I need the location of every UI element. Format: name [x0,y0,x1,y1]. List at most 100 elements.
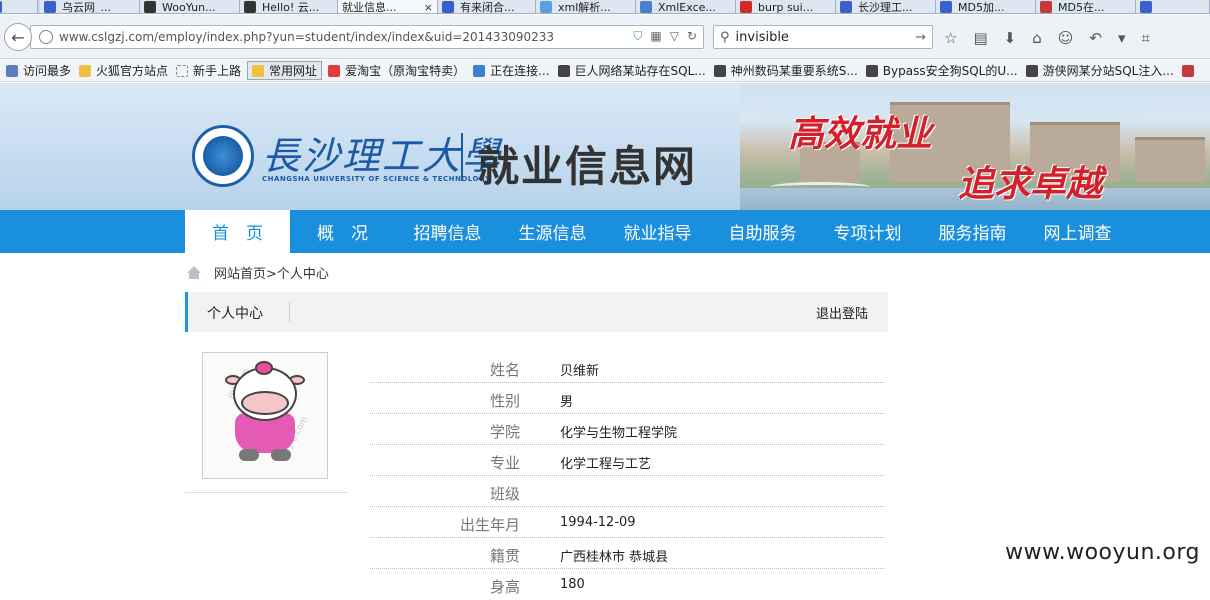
browser-tab[interactable] [1136,0,1210,13]
profile-label: 学院 [489,423,520,441]
address-bar[interactable]: www.cslgzj.com/employ/index.php?yun=stud… [30,25,704,49]
bookmark-item[interactable]: 巨人网络某站存在SQL... [556,62,708,79]
bookmark-label: 游侠网某分站SQL注入... [1042,64,1174,78]
star-icon[interactable]: ☆ [944,29,957,47]
browser-tab[interactable]: MD5在... [1036,0,1136,13]
bridge [770,182,870,192]
nav-self-service[interactable]: 自助服务 [715,210,810,253]
avatar: JRJ.com JRJ.com [202,352,328,479]
bookmark-icon [557,64,570,77]
browser-tab[interactable]: burp sui... [736,0,836,13]
browser-tab[interactable]: WooYun... [140,0,240,13]
bookmark-item[interactable]: 游侠网某分站SQL注入... [1024,62,1176,79]
profile-label: 专业 [489,454,520,472]
bookmark-icon [713,64,726,77]
university-emblem-icon[interactable] [192,125,254,187]
bookmark-icon [865,64,878,77]
download-icon[interactable]: ⬇ [1004,29,1017,47]
profile-row-major: 专业 化学工程与工艺 [370,445,885,476]
folder-icon [252,64,265,77]
dropdown-icon[interactable]: ▽ [670,29,679,44]
profile-label: 性别 [489,392,520,410]
browser-tab[interactable]: 有来闭合... [438,0,536,14]
flower-icon [255,361,273,375]
nav-service-guide[interactable]: 服务指南 [925,210,1020,253]
back-button[interactable]: ← [4,23,32,51]
bookmark-label: 爱淘宝（原淘宝特卖） [345,64,466,78]
bookmark-label: Bypass安全狗SQL的U... [882,64,1018,78]
tab-favicon-icon [740,1,752,13]
tab-label: MD5加... [958,1,1005,14]
cow-snout [241,391,289,415]
browser-tab[interactable]: XmlExce... [636,0,736,13]
tab-favicon-icon [940,1,952,13]
bookmark-item[interactable]: Bypass安全狗SQL的U... [864,62,1020,79]
undo-icon[interactable]: ↶ [1089,29,1102,47]
nav-overview[interactable]: 概 况 [295,210,390,253]
nav-guidance[interactable]: 就业指导 [610,210,705,253]
profile-value: 男 [560,395,574,410]
browser-tab[interactable]: 长沙理工... [836,0,936,14]
tab-favicon-icon [44,1,56,13]
bookmark-item[interactable]: 正在连接... [471,62,551,79]
bookmark-item[interactable]: 神州数码某重要系统S... [712,62,860,79]
tab-label: 就业信息... [342,1,397,14]
qrcode-icon[interactable]: ▦ [650,29,661,44]
shield-icon[interactable]: ⛉ [633,29,642,44]
profile-row-hometown: 籍贯 广西桂林市 恭城县 [370,538,885,569]
profile-value: 化学工程与工艺 [560,457,652,472]
home-icon [186,265,202,280]
browser-tab[interactable] [0,0,38,13]
profile-value: 贝维新 [560,364,600,379]
profile-row-class: 班级 [370,476,885,507]
menu-dropdown-icon[interactable]: ▾ [1118,29,1126,47]
tab-label: xml解析... [558,1,611,14]
reading-list-icon[interactable]: ▤ [973,29,987,47]
profile-label: 班级 [489,485,520,503]
browser-tab-active[interactable]: 就业信息... × [338,0,438,14]
nav-survey[interactable]: 网上调查 [1030,210,1125,253]
nav-recruitment[interactable]: 招聘信息 [400,210,495,253]
header-divider [461,133,463,181]
logout-link[interactable]: 退出登陆 [816,303,868,322]
chat-icon[interactable]: ☺ [1058,29,1074,47]
crop-icon[interactable]: ⌗ [1142,29,1150,47]
profile-value: 广西桂林市 恭城县 [560,550,669,565]
address-url[interactable]: www.cslgzj.com/employ/index.php?yun=stud… [59,30,554,44]
home-icon[interactable]: ⌂ [1032,29,1042,47]
search-box[interactable]: ⚲ invisible → [713,25,933,49]
nav-special-program[interactable]: 专项计划 [820,210,915,253]
browser-tab[interactable]: Hello! 云... [240,0,338,14]
bookmark-label: 新手上路 [193,64,242,78]
tab-label: 有来闭合... [460,1,515,14]
breadcrumb-text[interactable]: 网站首页>个人中心 [214,263,329,282]
tab-label: 长沙理工... [858,1,913,14]
profile-value: 180 [560,577,585,592]
profile-label: 出生年月 [459,516,520,534]
tab-label: Hello! 云... [262,1,320,14]
bookmark-item[interactable]: 常用网址 [247,61,323,80]
bookmark-label: 巨人网络某站存在SQL... [574,64,706,78]
refresh-icon[interactable]: ↻ [687,29,697,44]
bookmark-item[interactable]: 访问最多 [4,62,73,79]
browser-tab[interactable]: MD5加... [936,0,1036,14]
panel-divider [289,302,290,322]
search-go-icon[interactable]: → [915,30,926,45]
search-input[interactable]: invisible [736,30,789,45]
browser-tab[interactable]: xml解析... [536,0,636,14]
profile-row-gender: 性别 男 [370,383,885,414]
tab-close-icon[interactable]: × [424,1,433,14]
profile-label: 籍贯 [489,547,520,565]
nav-home[interactable]: 首 页 [185,210,290,253]
bookmark-item[interactable]: 新手上路 [174,62,243,79]
bookmark-item[interactable]: 爱淘宝（原淘宝特卖） [326,62,467,79]
browser-tab[interactable]: 乌云网_... [40,0,140,13]
bookmark-item[interactable]: 火狐官方站点 [77,62,170,79]
bookmark-icon [1025,64,1038,77]
nav-graduates[interactable]: 生源信息 [505,210,600,253]
wooyun-watermark: www.wooyun.org [1005,540,1200,565]
bookmark-item[interactable] [1180,64,1201,77]
profile-value: 1994-12-09 [560,515,636,530]
tab-favicon-icon [1140,1,1152,13]
bookmark-icon [6,64,18,77]
